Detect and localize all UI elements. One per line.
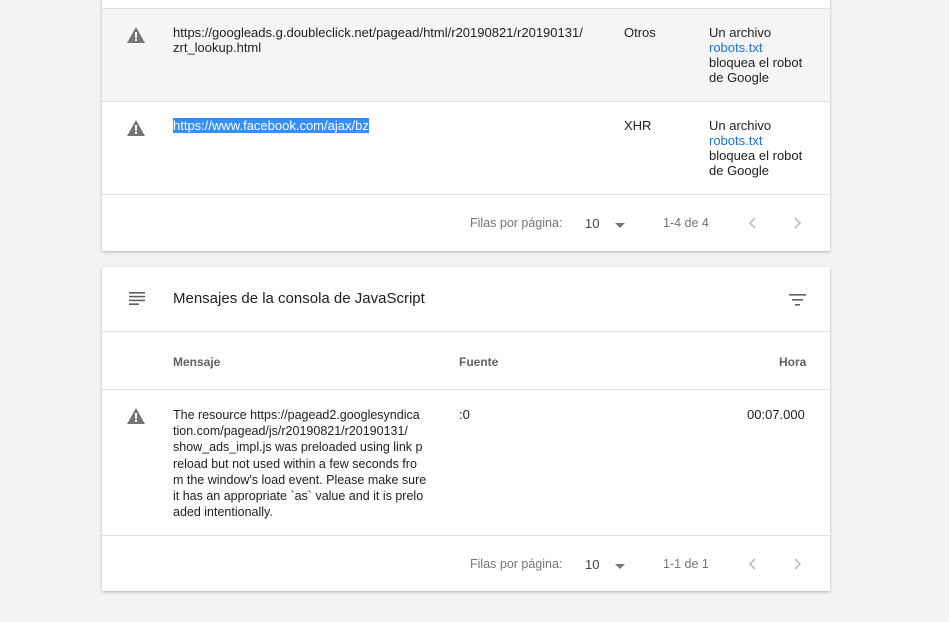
- console-message: The resource https://pagead2.googlesyndi…: [173, 407, 443, 520]
- card-title: Mensajes de la consola de JavaScript: [173, 290, 425, 307]
- table-header: Mensaje Fuente Hora: [102, 331, 830, 389]
- message-line: aded intentionally.: [173, 505, 273, 520]
- block-reason: Un archivo robots.txt bloquea el robot d…: [709, 25, 819, 85]
- block-reason: Un archivo robots.txt bloquea el robot d…: [709, 118, 819, 178]
- chevron-right-icon[interactable]: [790, 557, 804, 571]
- column-header-message[interactable]: Mensaje: [173, 355, 220, 369]
- table-row: https://googleads.g.doubleclick.net/page…: [102, 8, 830, 101]
- rows-per-page-label: Filas por página:: [470, 557, 563, 571]
- message-line: tion.com/pagead/js/r20190821/r20190131/: [173, 424, 408, 439]
- page-range: 1-4 de 4: [663, 216, 709, 230]
- chevron-left-icon[interactable]: [746, 557, 760, 571]
- reason-suffix: de Google: [709, 70, 769, 85]
- column-header-time[interactable]: Hora: [779, 355, 806, 369]
- message-line: show_ads_impl.js was preloaded using lin…: [173, 440, 423, 455]
- rows-per-page-label: Filas por página:: [470, 216, 563, 230]
- resource-type: XHR: [624, 118, 652, 133]
- chevron-right-icon[interactable]: [790, 216, 804, 230]
- reason-prefix: Un archivo: [709, 25, 772, 40]
- rows-per-page-select[interactable]: 10: [585, 216, 599, 231]
- resource-url-line: https://googleads.g.doubleclick.net/page…: [173, 25, 583, 40]
- list-icon: [129, 292, 145, 310]
- table-row: https://www.facebook.com/ajax/bz XHR Un …: [102, 101, 830, 194]
- robots-txt-link[interactable]: robots.txt: [709, 40, 819, 55]
- js-console-card: Mensajes de la consola de JavaScript Men…: [102, 267, 830, 591]
- resource-url[interactable]: https://googleads.g.doubleclick.net/page…: [173, 25, 583, 55]
- page-range: 1-1 de 1: [663, 557, 709, 571]
- blocked-resources-card: https://googleads.g.doubleclick.net/page…: [102, 0, 830, 251]
- warning-icon: [127, 120, 147, 138]
- robots-txt-link[interactable]: robots.txt: [709, 133, 819, 148]
- column-header-source[interactable]: Fuente: [459, 355, 498, 369]
- resource-url-line: zrt_lookup.html: [173, 40, 262, 55]
- reason-suffix: de Google: [709, 163, 769, 178]
- resource-type: Otros: [624, 25, 656, 40]
- chevron-down-icon[interactable]: [615, 223, 625, 228]
- reason-prefix: Un archivo: [709, 118, 772, 133]
- chevron-down-icon[interactable]: [615, 564, 625, 569]
- rows-per-page-select[interactable]: 10: [585, 557, 599, 572]
- table-row: The resource https://pagead2.googlesyndi…: [102, 389, 830, 535]
- warning-icon: [127, 408, 147, 426]
- message-line: The resource https://pagead2.googlesyndi…: [173, 408, 420, 422]
- message-time: 00:07.000: [747, 407, 805, 422]
- table-pager: Filas por página: 10 1-1 de 1: [102, 535, 830, 591]
- warning-icon: [127, 27, 147, 45]
- resource-url[interactable]: https://www.facebook.com/ajax/bz: [173, 118, 369, 133]
- table-pager: Filas por página: 10 1-4 de 4: [102, 194, 830, 251]
- message-line: it has an appropriate `as` value and it …: [173, 489, 424, 504]
- message-line: m the window's load event. Please make s…: [173, 472, 427, 487]
- chevron-left-icon[interactable]: [746, 216, 760, 230]
- message-source: :0: [459, 407, 470, 422]
- resource-url-selected[interactable]: https://www.facebook.com/ajax/bz: [173, 118, 369, 133]
- filter-icon[interactable]: [789, 293, 806, 311]
- message-line: reload but not used within a few seconds…: [173, 456, 417, 471]
- reason-suffix: bloquea el robot: [709, 148, 803, 163]
- reason-suffix: bloquea el robot: [709, 55, 803, 70]
